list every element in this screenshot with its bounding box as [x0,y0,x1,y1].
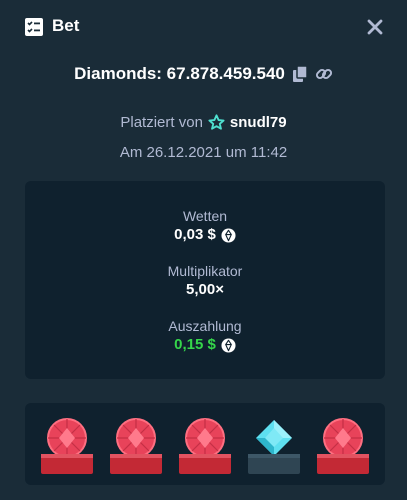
gem-tile [39,414,95,476]
eos-coin-icon [221,337,236,353]
payout-stat: Auszahlung 0,15 $ [25,317,385,355]
gem-tile [246,414,302,476]
multiplier-label: Multiplikator [167,263,243,279]
gem-tiles-panel [25,403,385,485]
wager-value-row: 0,03 $ [25,225,385,245]
ruby-gem-icon [317,418,369,474]
eos-coin-icon [221,227,236,243]
wager-label: Wetten [182,208,228,224]
bet-slip-icon [25,18,43,36]
wager-value: 0,03 $ [174,226,216,243]
gem-tile [108,414,164,476]
gem-tile [315,414,371,476]
modal-title: Bet [52,16,80,35]
gem-tile [177,414,233,476]
placed-by-label: Platziert von [120,113,203,131]
payout-value-row: 0,15 $ [25,335,385,355]
multiplier-value-row: 5,00× [25,280,385,300]
bet-date: Am 26.12.2021 um 11:42 [119,144,288,161]
username-link[interactable]: snudl79 [230,114,287,131]
vip-star-icon [208,113,225,130]
bet-title: Diamonds: 67.878.459.540 [74,64,285,83]
payout-label: Auszahlung [168,318,242,334]
link-icon[interactable] [315,65,333,83]
multiplier-stat: Multiplikator 5,00× [25,262,385,300]
bet-title-row: Diamonds: 67.878.459.540 [0,61,407,87]
ruby-gem-icon [110,418,162,474]
ruby-gem-icon [41,418,93,474]
placed-by-row: Platziert von snudl79 [0,111,407,133]
copy-icon[interactable] [291,65,309,83]
payout-value: 0,15 $ [174,336,216,353]
multiplier-value: 5,00× [186,281,224,298]
ruby-gem-icon [179,418,231,474]
close-icon[interactable] [365,17,385,37]
bet-stats-panel: Wetten 0,03 $ Multiplikator 5,00× Auszah… [25,181,385,379]
wager-stat: Wetten 0,03 $ [25,207,385,245]
modal-header: Bet [0,0,407,56]
diamond-gem-icon [248,420,300,474]
